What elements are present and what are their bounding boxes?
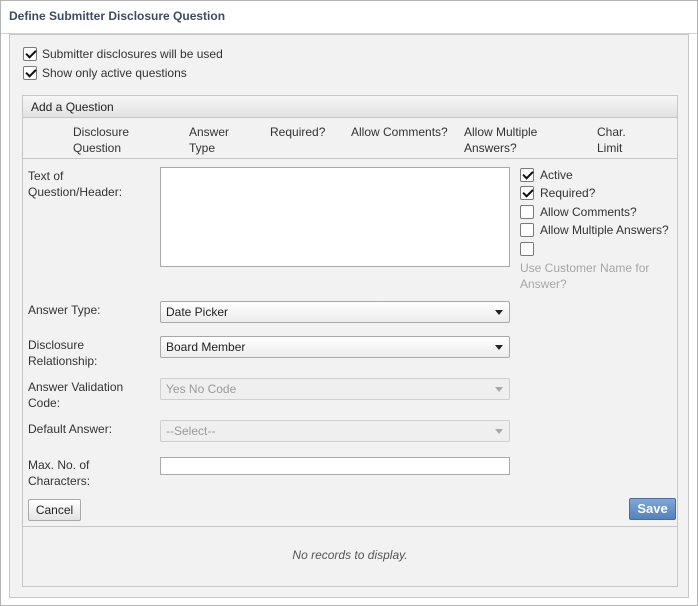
customer-name-option[interactable] (520, 242, 534, 256)
validation-code-label: Answer Validation Code: (28, 380, 124, 410)
answer-type-select[interactable]: Date Picker (160, 301, 510, 323)
allow-comments-label: Allow Comments? (540, 205, 637, 219)
default-answer-label: Default Answer: (28, 422, 113, 436)
col-header-disclosure-question[interactable]: Disclosure Question (73, 124, 129, 156)
required-option[interactable]: Required? (520, 186, 595, 200)
question-grid-header: Disclosure Question Answer Type Required… (23, 119, 677, 159)
col-header-allow-multiple[interactable]: Allow Multiple Answers? (464, 124, 537, 156)
submitter-disclosures-label: Submitter disclosures will be used (42, 47, 223, 61)
dialog-window: Define Submitter Disclosure Question Sub… (0, 0, 698, 606)
default-answer-value: --Select-- (166, 424, 216, 438)
chevron-down-icon (495, 345, 503, 350)
validation-code-value: Yes No Code (166, 382, 237, 396)
show-active-only-checkbox[interactable] (23, 66, 37, 80)
allow-multiple-checkbox[interactable] (520, 223, 534, 237)
chevron-down-icon (495, 429, 503, 434)
customer-name-checkbox[interactable] (520, 242, 534, 256)
customer-name-label: Use Customer Name for Answer? (520, 261, 650, 291)
validation-code-select: Yes No Code (160, 378, 510, 400)
max-chars-label: Max. No. of Characters: (28, 458, 91, 488)
dialog-title: Define Submitter Disclosure Question (9, 9, 226, 23)
question-text-label: Text of Question/Header: (28, 169, 123, 199)
show-active-only-label: Show only active questions (42, 66, 187, 80)
col-header-answer-type[interactable]: Answer Type (189, 124, 229, 156)
answer-type-label: Answer Type: (28, 303, 101, 317)
col-header-char-limit[interactable]: Char. Limit (597, 124, 626, 156)
allow-comments-option[interactable]: Allow Comments? (520, 205, 637, 219)
chevron-down-icon (495, 387, 503, 392)
chevron-down-icon (495, 310, 503, 315)
max-chars-input[interactable] (160, 457, 510, 475)
allow-multiple-label: Allow Multiple Answers? (540, 223, 669, 237)
show-active-only-option[interactable]: Show only active questions (23, 66, 187, 80)
default-answer-select: --Select-- (160, 420, 510, 442)
active-checkbox[interactable] (520, 168, 534, 182)
submitter-disclosures-option[interactable]: Submitter disclosures will be used (23, 47, 223, 61)
allow-multiple-option[interactable]: Allow Multiple Answers? (520, 223, 669, 237)
grid-divider (23, 526, 677, 527)
main-panel: Submitter disclosures will be used Show … (9, 34, 689, 598)
relationship-select[interactable]: Board Member (160, 336, 510, 358)
active-option[interactable]: Active (520, 168, 573, 182)
active-label: Active (540, 168, 573, 182)
relationship-label: Disclosure Relationship: (28, 338, 98, 368)
col-header-required[interactable]: Required? (270, 124, 325, 140)
required-label: Required? (540, 186, 596, 200)
save-button[interactable]: Save (629, 498, 676, 520)
col-header-allow-comments[interactable]: Allow Comments? (351, 124, 448, 140)
empty-grid-message: No records to display. (292, 548, 408, 562)
relationship-value: Board Member (166, 340, 246, 354)
section-header: Add a Question (23, 96, 677, 118)
allow-comments-checkbox[interactable] (520, 205, 534, 219)
cancel-button[interactable]: Cancel (28, 499, 81, 521)
answer-type-value: Date Picker (166, 305, 229, 319)
submitter-disclosures-checkbox[interactable] (23, 47, 37, 61)
add-question-section: Add a Question Disclosure Question Answe… (22, 95, 678, 587)
question-text-area[interactable] (160, 167, 510, 267)
required-checkbox[interactable] (520, 186, 534, 200)
